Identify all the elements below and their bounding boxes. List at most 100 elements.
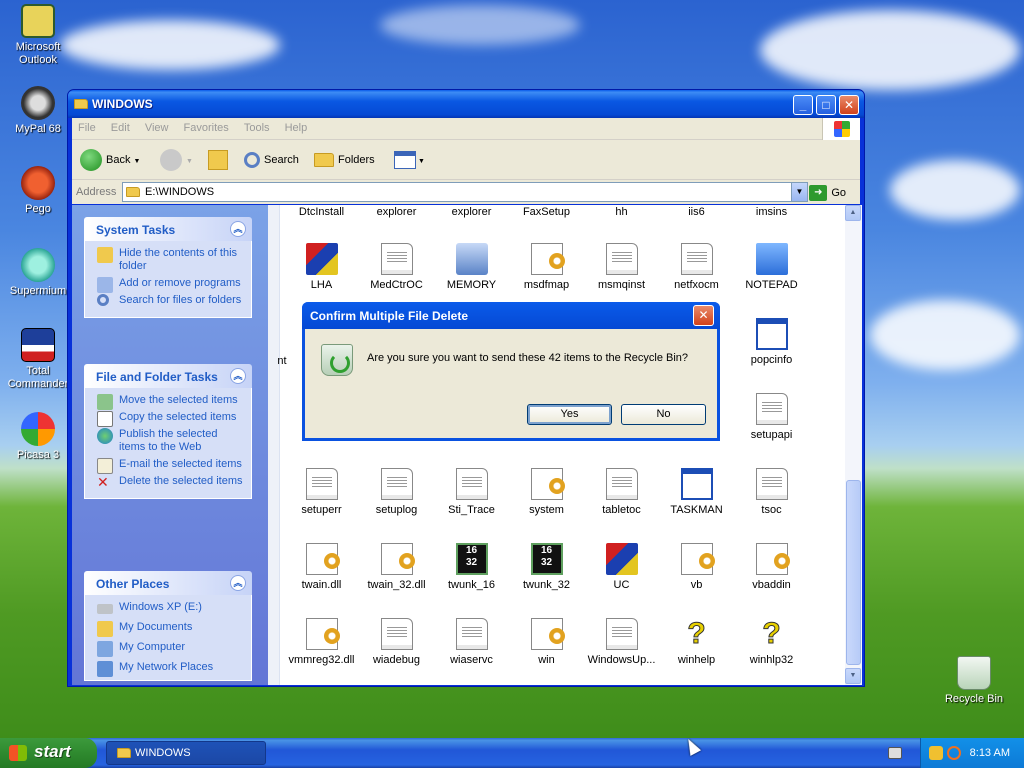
file-item[interactable]: setupapi (734, 393, 809, 441)
folders-button[interactable]: Folders (314, 148, 375, 172)
email-items-link[interactable]: E-mail the selected items (97, 458, 245, 474)
file-item[interactable]: win (509, 618, 584, 666)
file-item[interactable]: wiaservc (434, 618, 509, 666)
file-item[interactable]: LHA (284, 243, 359, 291)
file-item[interactable]: twain_32.dll (359, 543, 434, 591)
file-item[interactable]: MedCtrOC (359, 243, 434, 291)
no-button[interactable]: No (621, 404, 706, 425)
dialog-close-button[interactable]: ✕ (693, 305, 714, 326)
address-input[interactable]: E:\WINDOWS ▼ (122, 182, 808, 202)
desktop-icon-pego[interactable]: Pego (2, 166, 74, 216)
shield-icon[interactable] (929, 746, 943, 760)
file-item[interactable]: iis6 (659, 206, 734, 218)
file-item[interactable]: 16 32 twunk_16 (434, 543, 509, 591)
file-item[interactable]: TASKMAN (659, 468, 734, 516)
file-item[interactable]: NOTEPAD (734, 243, 809, 291)
file-item[interactable]: vb (659, 543, 734, 591)
file-item[interactable]: imsins (734, 206, 809, 218)
document-icon (755, 468, 788, 500)
collapse-icon[interactable]: ︽ (230, 368, 246, 384)
my-computer-link[interactable]: My Computer (97, 641, 245, 657)
collapse-icon[interactable]: ︽ (230, 575, 246, 591)
add-remove-programs-link[interactable]: Add or remove programs (97, 277, 245, 293)
system-tasks-header[interactable]: System Tasks ︽ (84, 217, 252, 241)
minimize-button[interactable]: _ (793, 95, 813, 115)
maximize-button[interactable]: □ (816, 95, 836, 115)
scroll-thumb[interactable] (846, 480, 861, 665)
keyboard-icon[interactable] (888, 747, 902, 759)
menu-file[interactable]: File (72, 118, 102, 138)
taskbar-item-windows[interactable]: WINDOWS (106, 741, 266, 765)
scroll-up-button[interactable]: ▲ (845, 205, 861, 221)
menu-view[interactable]: View (139, 118, 175, 138)
file-item[interactable]: netfxocm (659, 243, 734, 291)
go-button[interactable]: ➜ Go (809, 185, 846, 201)
publish-items-link[interactable]: Publish the selected items to the Web (97, 428, 245, 454)
windows-xp-drive-link[interactable]: Windows XP (E:) (97, 601, 245, 614)
delete-items-link[interactable]: ✕ Delete the selected items (97, 475, 245, 489)
file-item[interactable]: tsoc (734, 468, 809, 516)
menu-edit[interactable]: Edit (105, 118, 136, 138)
collapse-icon[interactable]: ︽ (230, 221, 246, 237)
file-item[interactable]: Sti_Trace (434, 468, 509, 516)
file-item[interactable]: ? winhelp (659, 617, 734, 666)
confirm-delete-dialog[interactable]: Confirm Multiple File Delete ✕ Are you s… (302, 302, 720, 441)
other-places-header[interactable]: Other Places ︽ (84, 571, 252, 595)
file-item[interactable]: FaxSetup (509, 206, 584, 218)
menu-favorites[interactable]: Favorites (178, 118, 235, 138)
file-item[interactable]: 16 32 twunk_32 (509, 543, 584, 591)
file-item[interactable]: explorer (434, 206, 509, 218)
file-item[interactable]: nt (262, 355, 302, 367)
file-item[interactable]: twain.dll (284, 543, 359, 591)
file-item[interactable]: vmmreg32.dll (284, 618, 359, 666)
file-item[interactable]: explorer (359, 206, 434, 218)
clock[interactable]: 8:13 AM (970, 747, 1010, 759)
address-dropdown-button[interactable]: ▼ (791, 183, 807, 201)
start-button[interactable]: start (0, 738, 97, 768)
menu-tools[interactable]: Tools (238, 118, 276, 138)
file-item[interactable]: hh (584, 206, 659, 218)
close-button[interactable]: ✕ (839, 95, 859, 115)
search-button[interactable]: Search (244, 148, 299, 172)
file-item[interactable]: system (509, 468, 584, 516)
file-item[interactable]: msdfmap (509, 243, 584, 291)
vertical-scrollbar[interactable]: ▲ ▼ (845, 205, 862, 685)
search-icon[interactable] (947, 746, 961, 760)
desktop-icon-total-commander[interactable]: Total Commander (2, 328, 74, 391)
file-item[interactable]: WindowsUp... (584, 618, 659, 666)
file-item[interactable]: DtcInstall (284, 206, 359, 218)
forward-button[interactable]: ▼ (160, 148, 193, 172)
move-items-link[interactable]: Move the selected items (97, 394, 245, 410)
file-item[interactable]: vbaddin (734, 543, 809, 591)
copy-items-link[interactable]: Copy the selected items (97, 411, 245, 427)
my-network-places-link[interactable]: My Network Places (97, 661, 245, 677)
file-item[interactable]: msmqinst (584, 243, 659, 291)
file-item[interactable]: setuperr (284, 468, 359, 516)
file-list-view[interactable]: ▲ ▼ DtcInstall explorer explorer FaxSetu… (268, 205, 862, 685)
desktop-icon-outlook[interactable]: Microsoft Outlook (2, 4, 74, 67)
desktop-icon-supermium[interactable]: Supermium (2, 248, 74, 298)
back-button[interactable]: Back ▼ (80, 148, 140, 172)
file-item[interactable]: tabletoc (584, 468, 659, 516)
title-bar[interactable]: WINDOWS _ □ ✕ (68, 90, 864, 118)
pane-splitter[interactable] (268, 205, 280, 685)
menu-help[interactable]: Help (279, 118, 314, 138)
hide-contents-link[interactable]: Hide the contents of this folder (97, 247, 245, 273)
file-item[interactable]: setuplog (359, 468, 434, 516)
file-item[interactable]: MEMORY (434, 243, 509, 291)
up-folder-button[interactable] (208, 148, 228, 172)
file-item[interactable]: ? winhlp32 (734, 617, 809, 666)
scroll-down-button[interactable]: ▼ (845, 668, 861, 684)
views-button[interactable]: ▼ (394, 148, 425, 172)
my-documents-link[interactable]: My Documents (97, 621, 245, 637)
desktop-icon-mypal[interactable]: MyPal 68 (2, 86, 74, 136)
yes-button[interactable]: Yes (527, 404, 612, 425)
desktop-icon-recycle-bin[interactable]: Recycle Bin (938, 656, 1010, 706)
desktop-icon-picasa[interactable]: Picasa 3 (2, 412, 74, 462)
file-folder-tasks-header[interactable]: File and Folder Tasks ︽ (84, 364, 252, 388)
file-item[interactable]: popcinfo (734, 318, 809, 366)
email-icon (97, 458, 113, 474)
file-item[interactable]: wiadebug (359, 618, 434, 666)
file-item[interactable]: UC (584, 543, 659, 591)
search-files-link[interactable]: Search for files or folders (97, 294, 245, 307)
